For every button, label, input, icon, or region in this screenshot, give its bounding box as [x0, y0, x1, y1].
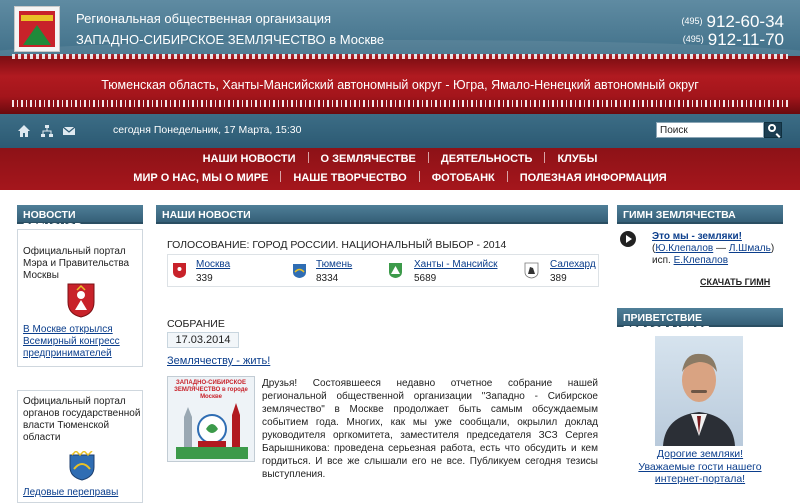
home-icon[interactable]	[17, 124, 31, 138]
main-nav-row-1: НАШИ НОВОСТИ О ЗЕМЛЯЧЕСТВЕ ДЕЯТЕЛЬНОСТЬ КЛУ…	[0, 152, 800, 165]
our-news-header: НАШИ НОВОСТИ	[156, 205, 608, 224]
vote-count: 339	[196, 273, 213, 284]
vote-panel: Москва 339 Тюмень 8334 Ханты - Мансийск …	[167, 254, 599, 287]
ornament-border-top	[12, 54, 788, 59]
tyumen-coat-of-arms-icon[interactable]	[68, 451, 96, 481]
play-icon[interactable]	[620, 231, 636, 247]
nav-photobank[interactable]: ФОТОБАНК	[420, 172, 507, 184]
portal-title-line[interactable]: органов государственной	[23, 408, 140, 421]
music-author-link[interactable]: Ю.Клепалов	[655, 243, 713, 254]
news-link[interactable]: предпринимателей	[23, 348, 112, 361]
vote-city-name[interactable]: Москва	[196, 259, 230, 270]
news-date-badge: 17.03.2014	[167, 332, 239, 348]
portal-title-line[interactable]: Москвы	[23, 270, 59, 283]
phone-code: (495)	[681, 16, 703, 26]
portal-title-line[interactable]: власти Тюменской	[23, 420, 109, 433]
portal-title-line[interactable]: Официальный портал	[23, 396, 126, 409]
main-nav: НАШИ НОВОСТИ О ЗЕМЛЯЧЕСТВЕ ДЕЯТЕЛЬНОСТЬ КЛУ…	[0, 148, 800, 190]
news-category-title: СОБРАНИЕ	[167, 318, 225, 330]
vote-city-name[interactable]: Ханты - Мансийск	[414, 259, 497, 270]
news-link[interactable]: Всемирный конгресс	[23, 336, 120, 349]
tyumen-portal-panel: Официальный портал органов государственн…	[17, 390, 143, 503]
kremlin-illustration-icon	[176, 403, 248, 459]
news-headline-link[interactable]: Землячеству - жить!	[167, 355, 270, 367]
moscow-coat-of-arms-icon	[173, 263, 186, 278]
mail-icon[interactable]	[62, 124, 76, 138]
news-link[interactable]: В Москве открылся	[23, 324, 113, 337]
vote-count: 8334	[316, 273, 339, 284]
download-anthem-link[interactable]: СКАЧАТЬ ГИМН	[700, 277, 770, 287]
org-type-title: Региональная общественная организация	[76, 11, 332, 26]
anthem-title-link[interactable]: Это мы - земляки!	[652, 231, 742, 242]
vote-count: 389	[550, 273, 567, 284]
search-button[interactable]	[764, 122, 782, 138]
search-icon	[768, 124, 776, 132]
phone-number-1: (495) 912-60-34	[681, 12, 784, 32]
nav-about[interactable]: О ЗЕМЛЯЧЕСТВЕ	[309, 153, 428, 165]
news-excerpt: Друзья! Состоявшееся недавно отчетное со…	[262, 378, 598, 480]
portal-title-line[interactable]: Официальный портал	[23, 246, 126, 259]
current-date: сегодня Понедельник, 17 Марта, 15:30	[113, 124, 302, 136]
chairman-portrait-icon	[663, 353, 735, 446]
nav-our-news[interactable]: НАШИ НОВОСТИ	[191, 153, 308, 165]
news-thumbnail-image[interactable]: ЗАПАДНО-СИБИРСКОЕ ЗЕМЛЯЧЕСТВО в городе М…	[167, 376, 255, 462]
moscow-portal-panel: Официальный портал Мэра и Правительства …	[17, 229, 143, 367]
performer-prefix: исп.	[652, 255, 671, 266]
khanty-mansiysk-coat-of-arms-icon	[389, 263, 402, 278]
vote-count: 5689	[414, 273, 437, 284]
phone-digits: 912-11-70	[707, 30, 784, 49]
performer-link[interactable]: Е.Клепалов	[674, 255, 728, 266]
vote-city-name[interactable]: Тюмень	[316, 259, 352, 270]
lyrics-author-link[interactable]: Л.Шмаль	[729, 243, 771, 254]
top-toolbar: сегодня Понедельник, 17 Марта, 15:30	[0, 114, 800, 148]
nav-useful-info[interactable]: ПОЛЕЗНАЯ ИНФОРМАЦИЯ	[508, 172, 679, 184]
vote-item[interactable]: Тюмень 8334	[286, 255, 396, 286]
site-header: Региональная общественная организация ЗА…	[0, 0, 800, 148]
chairman-photo[interactable]	[655, 336, 743, 446]
main-nav-row-2: МИР О НАС, МЫ О МИРЕ НАШЕ ТВОРЧЕСТВО ФОТОБ…	[0, 171, 800, 184]
anthem-authors: (Ю.Клепалов — Л.Шмаль)	[652, 243, 775, 254]
anthem-header: ГИМН ЗЕМЛЯЧЕСТВА	[617, 205, 783, 224]
phone-code: (495)	[682, 34, 704, 44]
portal-title-line[interactable]: области	[23, 432, 60, 445]
vote-city-name[interactable]: Салехард	[550, 259, 596, 270]
org-name-title: ЗАПАДНО-СИБИРСКОЕ ЗЕМЛЯЧЕСТВО в Москве	[76, 32, 385, 47]
sitemap-icon[interactable]	[40, 124, 54, 138]
regional-news-header: НОВОСТИ РЕГИОНОВ	[17, 205, 143, 233]
chairman-greeting-header: ПРИВЕТСТВИЕ ПРЕДСЕДАТЕЛЯ	[617, 308, 783, 336]
news-link[interactable]: Ледовые переправы	[23, 487, 118, 500]
nav-world-about-us[interactable]: МИР О НАС, МЫ О МИРЕ	[121, 172, 280, 184]
tyumen-coat-of-arms-icon	[293, 264, 306, 278]
moscow-coat-of-arms-icon[interactable]	[66, 282, 96, 318]
ornament-border-bottom	[12, 100, 788, 107]
salekhard-coat-of-arms-icon	[524, 262, 539, 279]
nav-clubs[interactable]: КЛУБЫ	[545, 153, 609, 165]
vote-title: ГОЛОСОВАНИЕ: ГОРОД РОССИИ. НАЦИОНАЛЬНЫЙ …	[167, 239, 507, 251]
vote-item[interactable]: Москва 339	[168, 255, 278, 286]
greeting-link-1[interactable]: Дорогие земляки!	[620, 448, 780, 460]
vote-item[interactable]: Ханты - Мансийск 5689	[388, 255, 518, 286]
nav-activity[interactable]: ДЕЯТЕЛЬНОСТЬ	[429, 153, 545, 165]
regions-tagline: Тюменская область, Ханты-Мансийский авто…	[101, 78, 699, 92]
portal-title-line[interactable]: Мэра и Правительства	[23, 258, 129, 271]
anthem-performer: исп. Е.Клепалов	[652, 255, 728, 266]
phone-digits: 912-60-34	[706, 12, 784, 31]
nav-our-creativity[interactable]: НАШЕ ТВОРЧЕСТВО	[281, 172, 418, 184]
greeting-link-2[interactable]: Уважаемые гости нашего интернет-портала!	[620, 461, 780, 485]
phone-number-2: (495) 912-11-70	[683, 30, 784, 50]
site-logo[interactable]	[14, 6, 60, 52]
vote-item[interactable]: Салехард 389	[524, 255, 600, 286]
search-input[interactable]	[656, 122, 764, 138]
